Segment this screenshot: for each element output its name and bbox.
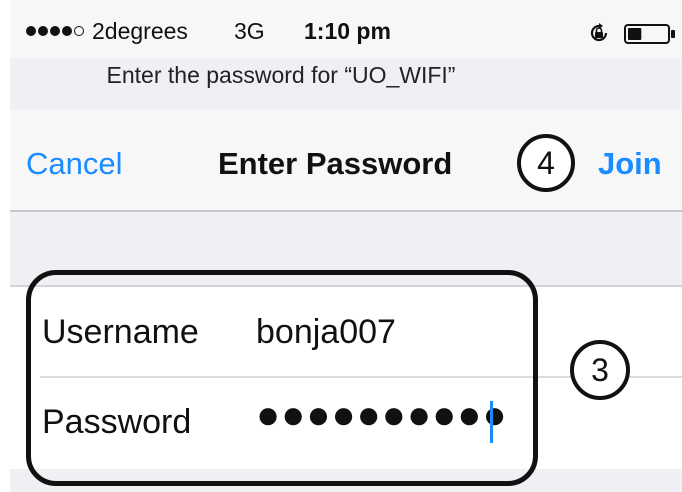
cancel-button[interactable]: Cancel xyxy=(26,146,123,182)
battery-icon xyxy=(624,24,675,44)
join-button[interactable]: Join xyxy=(598,146,662,182)
network-password-prompt: Enter the password for “UO_WIFI” xyxy=(106,62,456,88)
navigation-bar: Cancel Enter Password Join xyxy=(10,110,682,212)
status-time: 1:10 pm xyxy=(304,18,391,44)
network-type: 3G xyxy=(234,18,265,44)
signal-dot xyxy=(62,26,72,36)
step-4-marker: 4 xyxy=(517,134,575,192)
signal-dot xyxy=(38,26,48,36)
orientation-lock-icon xyxy=(590,23,608,42)
status-bar: 2degrees 3G 1:10 pm xyxy=(10,0,682,58)
step-3-marker: 3 xyxy=(570,340,630,400)
credentials-highlight-box xyxy=(26,270,538,486)
signal-dot xyxy=(50,26,60,36)
signal-dot xyxy=(74,26,84,36)
signal-dot xyxy=(26,26,36,36)
signal-strength-icon xyxy=(26,26,84,36)
page-title: Enter Password xyxy=(218,146,453,181)
carrier-name: 2degrees xyxy=(92,18,188,44)
